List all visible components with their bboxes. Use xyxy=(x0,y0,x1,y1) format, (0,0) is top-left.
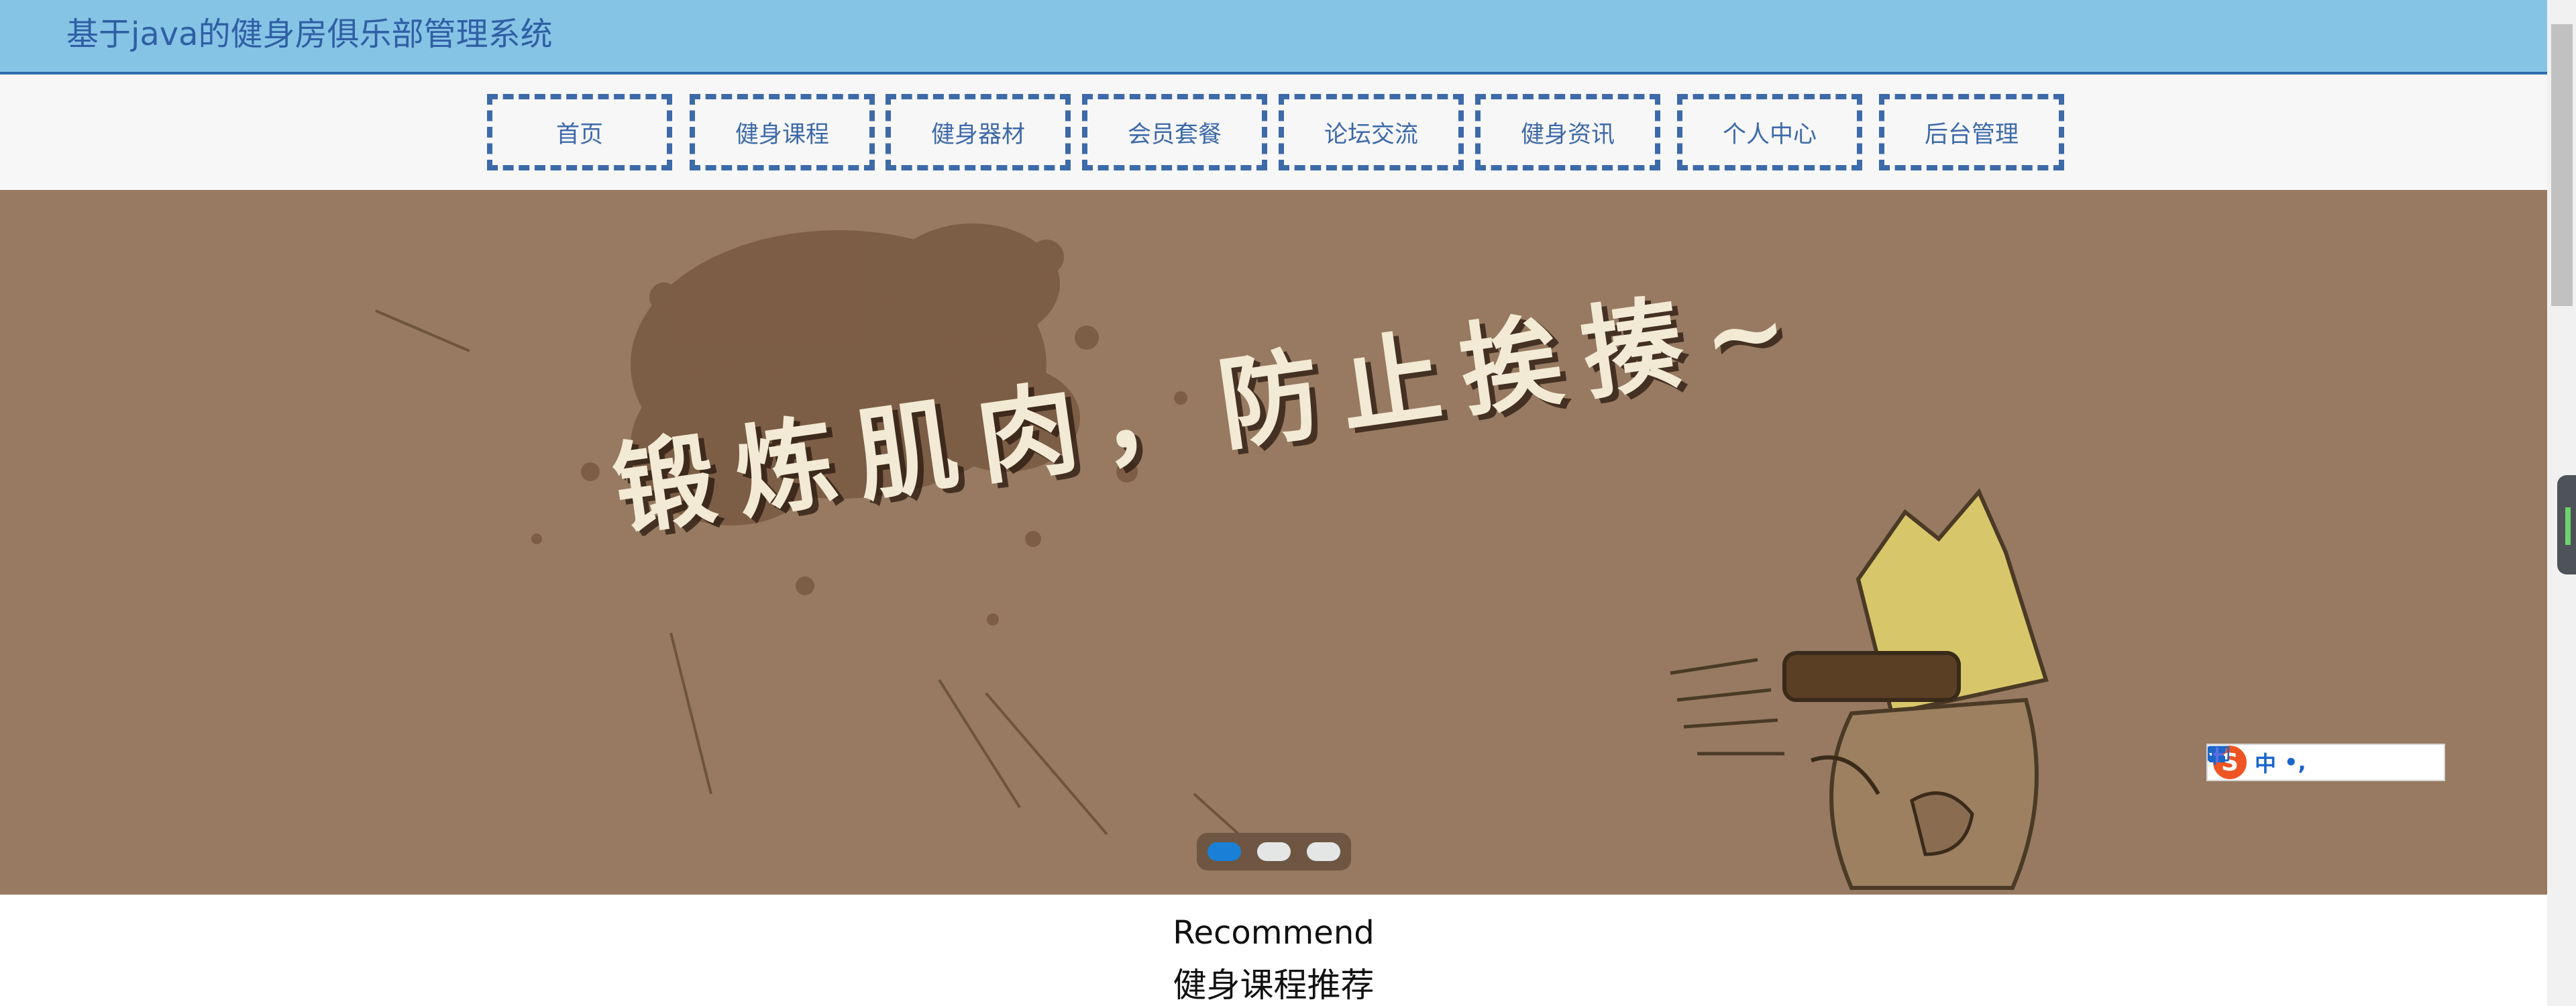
ime-toolbar[interactable]: S 中 •, xyxy=(2206,744,2445,781)
carousel-dot-1[interactable] xyxy=(1208,842,1241,861)
carousel-pagination xyxy=(1197,833,1351,870)
nav-item-admin[interactable]: 后台管理 xyxy=(1879,94,2064,170)
nav-item-membership-packages[interactable]: 会员套餐 xyxy=(1082,94,1267,170)
side-widget-indicator xyxy=(2565,507,2571,545)
banner-illustration xyxy=(375,223,2049,890)
recommend-title-en: Recommend xyxy=(1173,914,1375,952)
keyboard-icon[interactable] xyxy=(2208,746,2368,774)
nav-item-forum[interactable]: 论坛交流 xyxy=(1279,94,1464,170)
ime-punctuation-toggle[interactable]: •, xyxy=(2284,750,2306,775)
grid-icon[interactable] xyxy=(2209,746,2430,774)
site-title: 基于java的健身房俱乐部管理系统 xyxy=(66,15,553,53)
main-nav: 首页 健身课程 健身器材 会员套餐 论坛交流 健身资讯 个人中心 后台管理 xyxy=(0,74,2547,190)
nav-item-news[interactable]: 健身资讯 xyxy=(1475,94,1660,170)
nav-item-home[interactable]: 首页 xyxy=(487,94,672,170)
nav-item-equipment[interactable]: 健身器材 xyxy=(885,94,1071,170)
page-viewport: 基于java的健身房俱乐部管理系统 首页 健身课程 健身器材 会员套餐 论坛交流… xyxy=(0,0,2547,1006)
nav-item-personal-center[interactable]: 个人中心 xyxy=(1677,94,1862,170)
skin-icon[interactable] xyxy=(2210,746,2399,774)
ime-language-toggle[interactable]: 中 xyxy=(2255,747,2276,778)
nav-item-courses[interactable]: 健身课程 xyxy=(690,94,875,170)
site-header: 基于java的健身房俱乐部管理系统 xyxy=(0,0,2547,74)
microphone-icon[interactable] xyxy=(2208,746,2337,774)
side-floating-widget[interactable] xyxy=(2557,475,2576,574)
carousel-dot-3[interactable] xyxy=(1307,842,1340,861)
recommend-title-cn: 健身课程推荐 xyxy=(1173,966,1375,1005)
hero-carousel[interactable]: 锻炼肌肉，防止挨揍~ S 中 •, xyxy=(0,190,2547,895)
scrollbar-thumb[interactable] xyxy=(2551,24,2573,306)
carousel-dot-2[interactable] xyxy=(1257,842,1291,861)
page: 基于java的健身房俱乐部管理系统 首页 健身课程 健身器材 会员套餐 论坛交流… xyxy=(0,0,2576,1006)
cartoon-character xyxy=(1670,488,2049,890)
